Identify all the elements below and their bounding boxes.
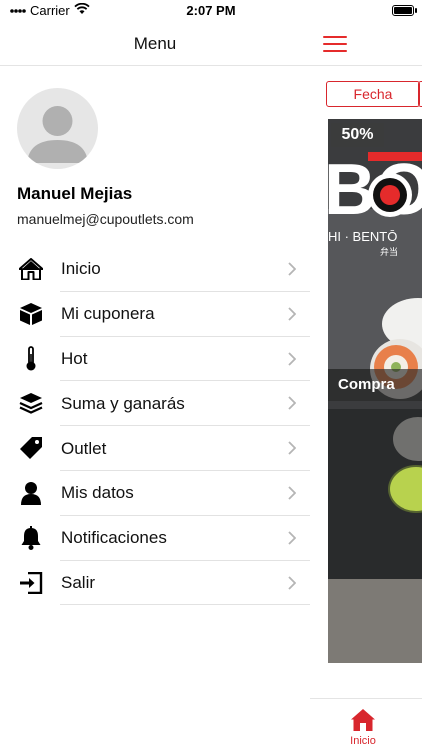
hamburger-menu-icon[interactable] [323, 36, 347, 52]
menu-item-notificaciones[interactable]: Notificaciones [0, 516, 310, 561]
chevron-right-icon [288, 396, 296, 411]
menu-list: Inicio Mi cuponera Hot Suma y ganarás Ou… [0, 247, 310, 606]
menu-item-salir[interactable]: Salir [0, 561, 310, 606]
status-time: 2:07 PM [186, 3, 236, 18]
chevron-right-icon [288, 486, 296, 500]
menu-item-label: Outlet [61, 438, 107, 458]
thermometer-icon [18, 345, 44, 371]
home-screen: Fecha BŌ HI · BENTŌ 弁当 50% Comp [310, 22, 422, 750]
drawer-title: Menu [133, 33, 177, 53]
promo-logo-sub: 弁当 [380, 246, 398, 258]
promo-logo-text: HI · BENTŌ [328, 229, 397, 244]
chevron-right-icon [288, 531, 296, 545]
chevron-right-icon [288, 441, 296, 455]
discount-badge: 50% [331, 123, 384, 147]
menu-item-label: Mis datos [61, 483, 134, 503]
user-placeholder-icon [27, 106, 88, 163]
avatar[interactable] [17, 88, 98, 169]
menu-item-label: Mi cuponera [61, 304, 155, 324]
chevron-right-icon [288, 262, 296, 276]
menu-item-mi-cuponera[interactable]: Mi cuponera [0, 292, 310, 337]
menu-item-suma-y-ganaras[interactable]: Suma y ganarás [0, 381, 310, 427]
menu-item-label: Salir [61, 572, 96, 592]
tab-fecha[interactable]: Fecha [326, 81, 420, 107]
menu-item-label: Hot [61, 348, 88, 368]
chevron-right-icon [288, 307, 296, 321]
user-email: manuelmej@cupoutlets.com [17, 211, 194, 227]
tag-icon [18, 436, 44, 460]
chevron-right-icon [288, 575, 296, 590]
battery-cap [415, 8, 417, 13]
battery-icon [392, 5, 414, 16]
tab-inicio-label: Inicio [350, 735, 376, 747]
menu-item-outlet[interactable]: Outlet [0, 426, 310, 471]
menu-drawer: Menu Manuel Mejias manuelmej@cupoutlets.… [0, 22, 310, 750]
menu-item-label: Inicio [61, 259, 101, 279]
menu-item-mis-datos[interactable]: Mis datos [0, 471, 310, 516]
menu-item-label: Notificaciones [61, 528, 167, 548]
promo-card[interactable]: BŌ HI · BENTŌ 弁当 50% Compra [328, 119, 422, 663]
bell-icon [18, 525, 44, 550]
user-name: Manuel Mejias [17, 184, 133, 203]
menu-item-label: Suma y ganarás [61, 393, 185, 413]
promo-caption: Compra [328, 369, 422, 401]
tab-next[interactable] [418, 81, 422, 107]
menu-item-inicio[interactable]: Inicio [0, 247, 310, 292]
chevron-right-icon [288, 351, 296, 366]
home-icon [18, 257, 44, 281]
bottom-tab-bar: Inicio [310, 698, 422, 750]
drawer-header: Menu [0, 22, 310, 66]
tab-inicio[interactable]: Inicio [338, 705, 388, 749]
layers-icon [18, 391, 44, 415]
menu-item-hot[interactable]: Hot [0, 337, 310, 382]
status-bar: Carrier 2:07 PM [0, 0, 422, 22]
box-icon [18, 302, 44, 326]
sign-out-icon [18, 571, 44, 595]
user-icon [18, 481, 44, 505]
home-tab-icon [351, 709, 375, 731]
